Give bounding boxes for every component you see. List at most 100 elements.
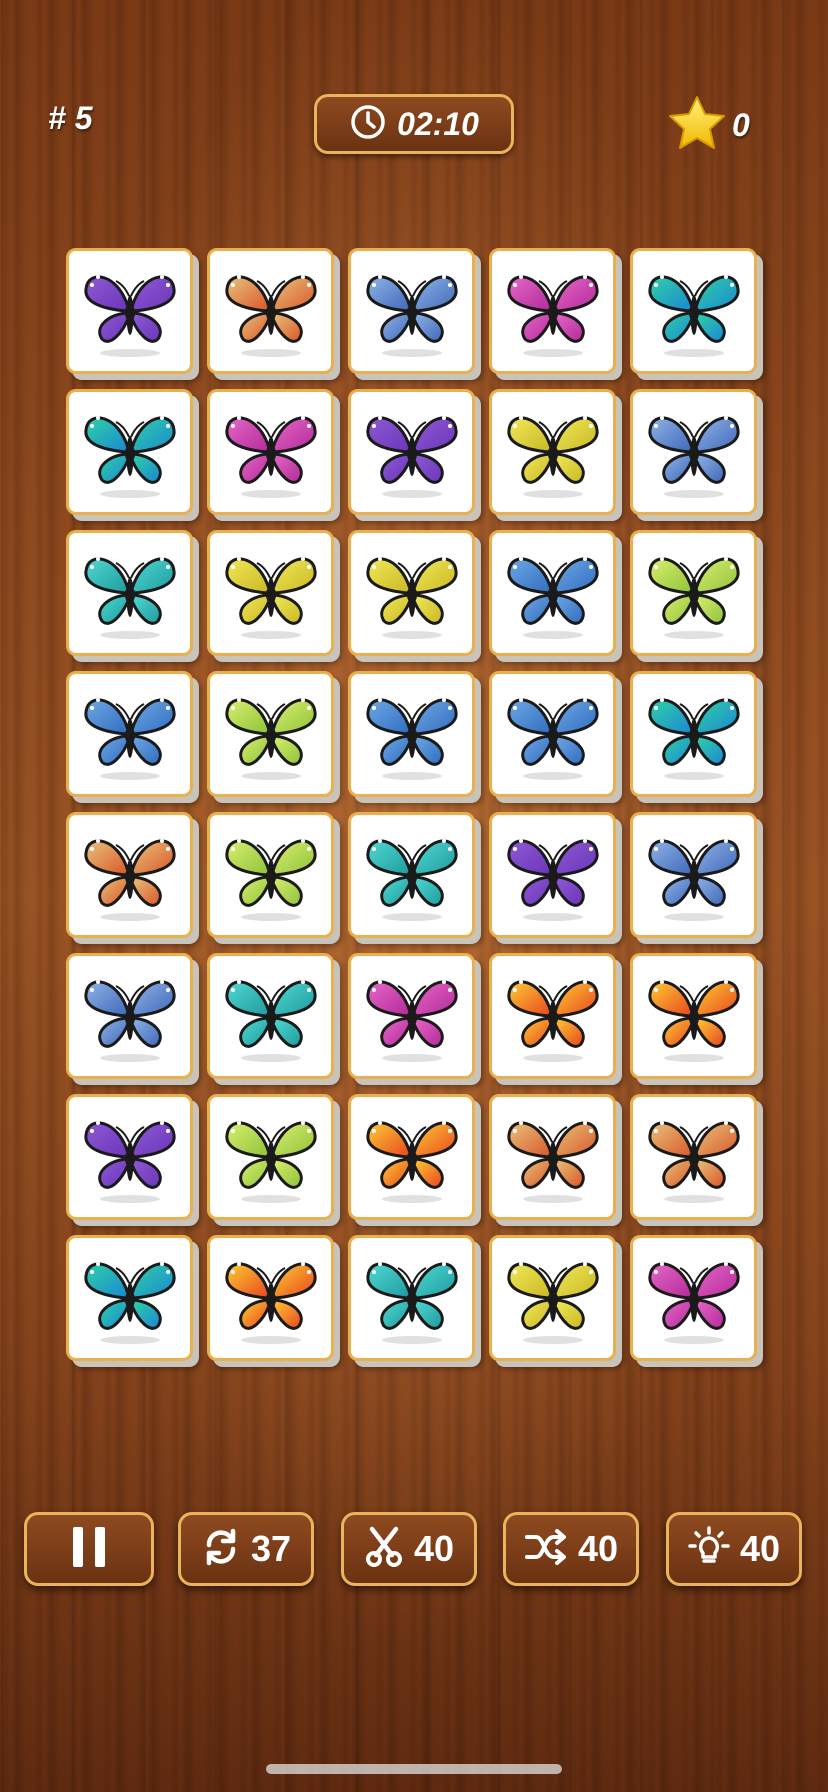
tile-light-blue-butterfly[interactable] xyxy=(66,953,193,1079)
butterfly-icon xyxy=(83,1262,176,1344)
butterfly-icon xyxy=(506,839,599,921)
butterfly-icon xyxy=(224,1262,317,1344)
tile-teal-butterfly[interactable] xyxy=(630,671,757,797)
butterfly-icon xyxy=(647,1262,740,1344)
refresh-count: 37 xyxy=(250,1528,292,1569)
tile-lime-butterfly[interactable] xyxy=(207,812,334,938)
tile-orange-cream-butterfly[interactable] xyxy=(489,1094,616,1220)
tile-fire-butterfly[interactable] xyxy=(489,953,616,1079)
tile-purple-butterfly[interactable] xyxy=(66,1094,193,1220)
tile-magenta-butterfly[interactable] xyxy=(489,248,616,374)
tile-blue-butterfly[interactable] xyxy=(489,671,616,797)
tile-cyan-butterfly[interactable] xyxy=(348,1235,475,1361)
butterfly-icon xyxy=(647,839,740,921)
powerup-toolbar: 37 40 40 40 xyxy=(24,1512,804,1586)
butterfly-icon xyxy=(83,557,176,639)
stars-display: 0 xyxy=(666,94,750,157)
tile-magenta-butterfly[interactable] xyxy=(630,1235,757,1361)
tile-light-blue-butterfly[interactable] xyxy=(630,812,757,938)
butterfly-icon xyxy=(647,557,740,639)
tile-magenta-butterfly[interactable] xyxy=(348,953,475,1079)
tile-yellow-butterfly[interactable] xyxy=(348,530,475,656)
stars-count: 0 xyxy=(732,107,750,143)
butterfly-icon xyxy=(224,557,317,639)
cut-count: 40 xyxy=(413,1528,455,1569)
timer-display: 02:10 xyxy=(314,94,514,154)
tile-teal-butterfly[interactable] xyxy=(66,389,193,515)
pause-button[interactable] xyxy=(24,1512,154,1586)
tile-lime-butterfly[interactable] xyxy=(630,530,757,656)
tile-yellow-butterfly[interactable] xyxy=(207,530,334,656)
shuffle-icon xyxy=(524,1527,568,1572)
butterfly-icon xyxy=(647,1121,740,1203)
tile-fire-butterfly[interactable] xyxy=(630,953,757,1079)
tile-lime-butterfly[interactable] xyxy=(207,671,334,797)
scissors-icon xyxy=(364,1526,404,1573)
tile-teal-butterfly[interactable] xyxy=(66,1235,193,1361)
butterfly-icon xyxy=(506,1121,599,1203)
refresh-button[interactable]: 37 xyxy=(178,1512,314,1586)
tile-purple-butterfly[interactable] xyxy=(348,389,475,515)
pause-icon xyxy=(69,1525,109,1574)
tile-orange-cream-butterfly[interactable] xyxy=(207,248,334,374)
tile-blue-butterfly[interactable] xyxy=(348,671,475,797)
butterfly-icon xyxy=(365,1121,458,1203)
hint-count: 40 xyxy=(739,1528,781,1569)
tile-purple-butterfly[interactable] xyxy=(489,812,616,938)
butterfly-icon xyxy=(83,698,176,780)
star-icon xyxy=(666,94,728,157)
tile-magenta-butterfly[interactable] xyxy=(207,389,334,515)
butterfly-icon xyxy=(506,1262,599,1344)
home-indicator xyxy=(266,1764,562,1774)
butterfly-icon xyxy=(365,275,458,357)
butterfly-icon xyxy=(365,839,458,921)
butterfly-icon xyxy=(83,980,176,1062)
tile-teal-butterfly[interactable] xyxy=(630,248,757,374)
hint-button[interactable]: 40 xyxy=(666,1512,802,1586)
butterfly-icon xyxy=(647,416,740,498)
butterfly-icon xyxy=(365,1262,458,1344)
butterfly-icon xyxy=(365,698,458,780)
tile-yellow-butterfly[interactable] xyxy=(489,1235,616,1361)
butterfly-icon xyxy=(365,980,458,1062)
butterfly-icon xyxy=(506,416,599,498)
butterfly-icon xyxy=(365,557,458,639)
butterfly-icon xyxy=(224,275,317,357)
butterfly-icon xyxy=(83,839,176,921)
tile-orange-cream-butterfly[interactable] xyxy=(630,1094,757,1220)
tile-fire-butterfly[interactable] xyxy=(348,1094,475,1220)
tile-cyan-butterfly[interactable] xyxy=(66,530,193,656)
tile-cyan-butterfly[interactable] xyxy=(348,812,475,938)
tile-blue-butterfly[interactable] xyxy=(489,530,616,656)
butterfly-icon xyxy=(224,980,317,1062)
butterfly-icon xyxy=(224,698,317,780)
tile-light-blue-butterfly[interactable] xyxy=(348,248,475,374)
butterfly-icon xyxy=(506,980,599,1062)
butterfly-icon xyxy=(365,416,458,498)
cut-button[interactable]: 40 xyxy=(341,1512,477,1586)
tile-board xyxy=(66,248,757,1361)
butterfly-icon xyxy=(83,416,176,498)
shuffle-count: 40 xyxy=(577,1528,619,1569)
tile-light-blue-butterfly[interactable] xyxy=(630,389,757,515)
butterfly-icon xyxy=(83,1121,176,1203)
butterfly-icon xyxy=(506,557,599,639)
tile-fire-butterfly[interactable] xyxy=(207,1235,334,1361)
butterfly-icon xyxy=(506,698,599,780)
level-label: # 5 xyxy=(48,100,93,136)
shuffle-button[interactable]: 40 xyxy=(503,1512,639,1586)
butterfly-icon xyxy=(224,839,317,921)
tile-lime-butterfly[interactable] xyxy=(207,1094,334,1220)
tile-orange-cream-butterfly[interactable] xyxy=(66,812,193,938)
timer-value: 02:10 xyxy=(397,105,479,142)
tile-cyan-butterfly[interactable] xyxy=(207,953,334,1079)
butterfly-icon xyxy=(83,275,176,357)
butterfly-icon xyxy=(224,1121,317,1203)
butterfly-icon xyxy=(647,698,740,780)
butterfly-icon xyxy=(224,416,317,498)
butterfly-icon xyxy=(647,980,740,1062)
tile-yellow-butterfly[interactable] xyxy=(489,389,616,515)
tile-blue-butterfly[interactable] xyxy=(66,671,193,797)
butterfly-icon xyxy=(506,275,599,357)
tile-purple-butterfly[interactable] xyxy=(66,248,193,374)
